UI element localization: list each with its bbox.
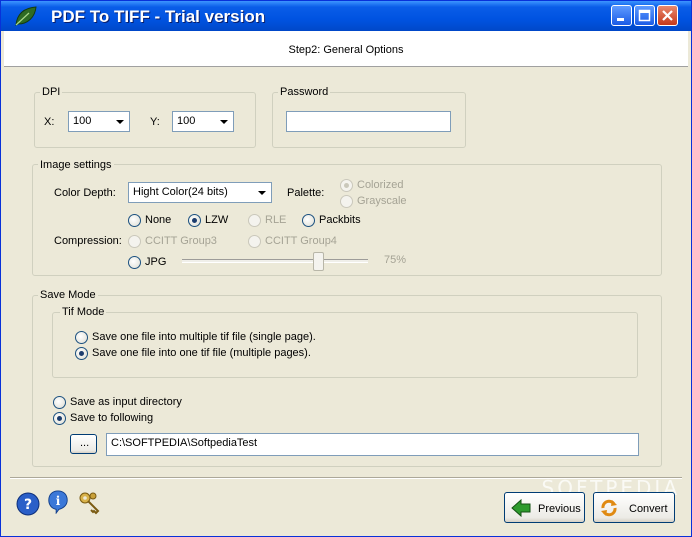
- compression-ccitt3-label: CCITT Group3: [145, 235, 217, 247]
- compression-none-label: None: [145, 214, 172, 226]
- palette-grayscale-label: Grayscale: [357, 195, 407, 207]
- jpg-quality-track: [182, 259, 368, 263]
- palette-label: Palette:: [287, 187, 325, 199]
- save-input-dir-label: Save as input directory: [70, 396, 182, 408]
- color-depth-label: Color Depth:: [54, 187, 116, 199]
- tif-multi-page-radio[interactable]: [75, 347, 88, 360]
- convert-label: Convert: [629, 503, 668, 515]
- save-following-radio[interactable]: [53, 412, 66, 425]
- close-icon: [662, 10, 673, 21]
- chevron-down-icon: [112, 114, 127, 129]
- color-depth-value: Hight Color(24 bits): [133, 186, 228, 198]
- maximize-button[interactable]: [634, 5, 655, 26]
- key-icon[interactable]: [78, 491, 102, 515]
- close-button[interactable]: [657, 5, 678, 26]
- previous-button[interactable]: Previous: [504, 492, 585, 523]
- window-title: PDF To TIFF - Trial version: [51, 7, 266, 26]
- tif-single-page-label: Save one file into multiple tif file (si…: [92, 331, 316, 343]
- svg-text:?: ?: [24, 497, 32, 513]
- compression-rle-label: RLE: [265, 214, 287, 226]
- compression-rle-radio[interactable]: [248, 214, 261, 227]
- tif-mode-label: Tif Mode: [60, 306, 107, 318]
- tif-multi-page-label: Save one file into one tif file (multipl…: [92, 347, 311, 359]
- compression-packbits-label: Packbits: [319, 214, 361, 226]
- previous-label: Previous: [538, 503, 581, 515]
- maximize-icon: [638, 9, 651, 22]
- dpi-x-select[interactable]: 100: [68, 111, 130, 132]
- step-title: Step2: General Options: [288, 44, 404, 56]
- minimize-icon: [617, 18, 624, 21]
- dpi-y-value: 100: [177, 115, 196, 127]
- browse-button-label: ...: [80, 437, 90, 449]
- image-settings-label: Image settings: [38, 159, 114, 171]
- convert-button[interactable]: Convert: [593, 492, 675, 523]
- save-following-label: Save to following: [70, 412, 154, 424]
- compression-none-radio[interactable]: [128, 214, 141, 227]
- palette-grayscale-radio[interactable]: [340, 195, 353, 208]
- jpg-quality-value: 75%: [384, 254, 407, 266]
- tif-mode-group: [52, 312, 638, 378]
- dpi-x-label: X:: [44, 116, 55, 128]
- palette-colorized-label: Colorized: [357, 179, 404, 191]
- compression-ccitt4-label: CCITT Group4: [265, 235, 337, 247]
- svg-text:i: i: [56, 494, 61, 508]
- compression-lzw-radio[interactable]: [188, 214, 201, 227]
- client-area: Step2: General Options DPI X: 100 Y: 100…: [4, 31, 688, 535]
- chevron-down-icon: [216, 114, 231, 129]
- convert-icon: [601, 499, 617, 517]
- info-icon[interactable]: i: [46, 490, 70, 514]
- password-group-label: Password: [278, 86, 331, 98]
- password-input[interactable]: [286, 111, 451, 132]
- step-header: Step2: General Options: [4, 31, 688, 67]
- jpg-quality-slider[interactable]: [313, 252, 325, 271]
- minimize-button[interactable]: [611, 5, 632, 26]
- dpi-y-select[interactable]: 100: [172, 111, 234, 132]
- arrow-left-icon: [511, 499, 531, 517]
- chevron-down-icon: [254, 185, 269, 200]
- tif-single-page-radio[interactable]: [75, 331, 88, 344]
- compression-lzw-label: LZW: [205, 214, 229, 226]
- compression-ccitt4-radio[interactable]: [248, 235, 261, 248]
- dpi-group-label: DPI: [40, 86, 63, 98]
- help-icon[interactable]: ?: [16, 492, 40, 516]
- leaf-icon: [15, 6, 37, 26]
- compression-label: Compression:: [54, 235, 122, 247]
- compression-jpg-label: JPG: [145, 256, 167, 268]
- color-depth-select[interactable]: Hight Color(24 bits): [128, 182, 272, 203]
- browse-button[interactable]: ...: [70, 434, 97, 454]
- title-bar[interactable]: PDF To TIFF - Trial version: [1, 1, 691, 31]
- dpi-x-value: 100: [73, 115, 92, 127]
- compression-ccitt3-radio[interactable]: [128, 235, 141, 248]
- save-input-dir-radio[interactable]: [53, 396, 66, 409]
- dpi-y-label: Y:: [150, 116, 160, 128]
- compression-packbits-radio[interactable]: [302, 214, 315, 227]
- output-path-input[interactable]: C:\SOFTPEDIA\SoftpediaTest: [106, 433, 639, 456]
- compression-jpg-radio[interactable]: [128, 256, 141, 269]
- save-mode-label: Save Mode: [38, 289, 98, 301]
- palette-colorized-radio[interactable]: [340, 179, 353, 192]
- app-window: PDF To TIFF - Trial version Step2: Gener…: [0, 0, 692, 537]
